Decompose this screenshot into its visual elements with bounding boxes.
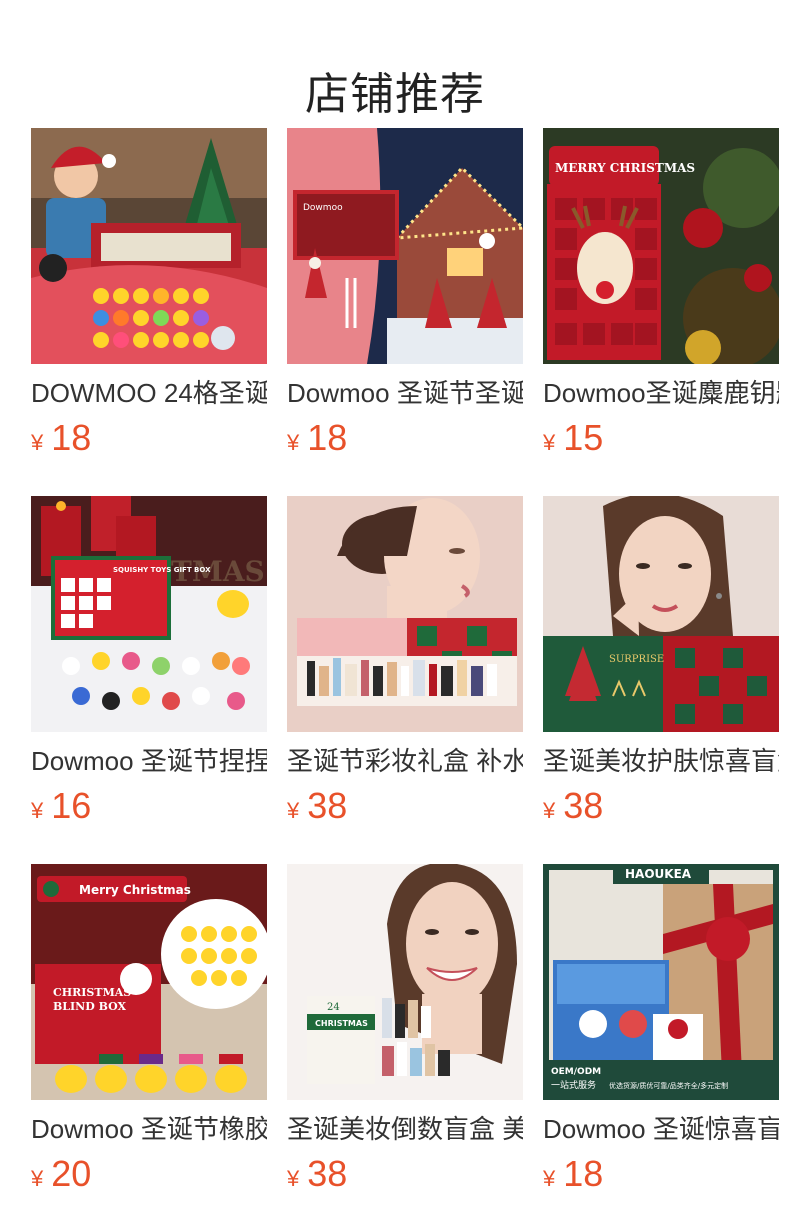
christmas-blind-box-ducks-image: Merry Christmas CHRISTMAS BLIND BOX	[31, 864, 267, 1100]
squishy-toys-gift-box-image: TMAS SQUISHY TOYS GIFT BOX	[31, 496, 267, 732]
svg-text:SQUISHY TOYS GIFT BOX: SQUISHY TOYS GIFT BOX	[113, 566, 211, 574]
product-image[interactable]: TMAS SQUISHY TOYS GIFT BOX	[31, 496, 267, 732]
price-value: 20	[51, 1153, 92, 1194]
cosmetics-gift-box-image	[287, 496, 523, 732]
product-name[interactable]: Dowmoo 圣诞节圣诞老人倒数日历	[287, 376, 523, 410]
currency-symbol: ¥	[543, 798, 556, 823]
product-name[interactable]: Dowmoo 圣诞节捏捏乐盲盒	[31, 744, 267, 778]
price-value: 18	[51, 417, 92, 458]
currency-symbol: ¥	[287, 430, 300, 455]
product-price: ¥18	[543, 1152, 779, 1196]
product-price: ¥20	[31, 1152, 267, 1196]
currency-symbol: ¥	[287, 798, 300, 823]
surprise-gift-box-image: SURPRISE	[543, 496, 779, 732]
beauty-countdown-box-image: CHRISTMAS 24	[287, 864, 523, 1100]
currency-symbol: ¥	[543, 1166, 556, 1191]
product-image[interactable]	[287, 496, 523, 732]
svg-text:CHRISTMAS: CHRISTMAS	[53, 986, 131, 999]
price-value: 18	[307, 417, 348, 458]
oem-surprise-box-image: HAOUKEA OEM/ODM 一站式服务 优选货源/质优可靠/品类齐全/多元定…	[543, 864, 779, 1100]
product-price: ¥18	[287, 416, 523, 460]
svg-text:24: 24	[327, 1002, 340, 1013]
product-price: ¥15	[543, 416, 779, 460]
section-title: 店铺推荐	[305, 70, 485, 120]
product-price: ¥38	[287, 1152, 523, 1196]
product-name[interactable]: Dowmoo圣诞麋鹿钥匙扣倒数日历	[543, 376, 779, 410]
svg-text:Dowmoo: Dowmoo	[303, 203, 343, 213]
product-name[interactable]: DOWMOO 24格圣诞节倒数日历盲盒	[31, 376, 267, 410]
product-price: ¥38	[287, 784, 523, 828]
product-image[interactable]: SURPRISE	[543, 496, 779, 732]
price-value: 18	[563, 1153, 604, 1194]
product-price: ¥18	[31, 416, 267, 460]
svg-text:一站式服务: 一站式服务	[551, 1079, 596, 1091]
product-image[interactable]: CHRISTMAS 24	[287, 864, 523, 1100]
currency-symbol: ¥	[31, 798, 44, 823]
price-value: 38	[307, 785, 348, 826]
svg-text:MERRY CHRISTMAS: MERRY CHRISTMAS	[555, 161, 695, 175]
product-image[interactable]: MERRY CHRISTMAS	[543, 128, 779, 364]
product-image[interactable]: Dowmoo	[287, 128, 523, 364]
product-image[interactable]	[31, 128, 267, 364]
product-image[interactable]: Merry Christmas CHRISTMAS BLIND BOX	[31, 864, 267, 1100]
product-name[interactable]: Dowmoo 圣诞惊喜盲盒	[543, 1112, 779, 1146]
currency-symbol: ¥	[543, 430, 556, 455]
currency-symbol: ¥	[31, 1166, 44, 1191]
svg-text:SURPRISE: SURPRISE	[609, 654, 664, 665]
product-name[interactable]: 圣诞美妆护肤惊喜盲盒	[543, 744, 779, 778]
price-value: 38	[563, 785, 604, 826]
currency-symbol: ¥	[31, 430, 44, 455]
price-value: 38	[307, 1153, 348, 1194]
currency-symbol: ¥	[287, 1166, 300, 1191]
svg-text:BLIND BOX: BLIND BOX	[53, 1000, 126, 1013]
product-price: ¥38	[543, 784, 779, 828]
price-value: 16	[51, 785, 92, 826]
svg-text:OEM/ODM: OEM/ODM	[551, 1067, 601, 1077]
product-name[interactable]: 圣诞节彩妆礼盒 补水保湿	[287, 744, 523, 778]
svg-text:CHRISTMAS: CHRISTMAS	[315, 1019, 368, 1028]
product-name[interactable]: 圣诞美妆倒数盲盒 美妆礼盒	[287, 1112, 523, 1146]
svg-text:Merry Christmas: Merry Christmas	[79, 883, 191, 897]
santa-claus-advent-box-image: Dowmoo	[287, 128, 523, 364]
price-value: 15	[563, 417, 604, 458]
product-name[interactable]: Dowmoo 圣诞节橡胶鸭盲盒	[31, 1112, 267, 1146]
product-image[interactable]: HAOUKEA OEM/ODM 一站式服务 优选货源/质优可靠/品类齐全/多元定…	[543, 864, 779, 1100]
reindeer-advent-calendar-image: MERRY CHRISTMAS	[543, 128, 779, 364]
svg-text:HAOUKEA: HAOUKEA	[625, 867, 692, 881]
rubber-duck-advent-box-image	[31, 128, 267, 364]
svg-text:优选货源/质优可靠/品类齐全/多元定制: 优选货源/质优可靠/品类齐全/多元定制	[609, 1081, 728, 1090]
product-price: ¥16	[31, 784, 267, 828]
